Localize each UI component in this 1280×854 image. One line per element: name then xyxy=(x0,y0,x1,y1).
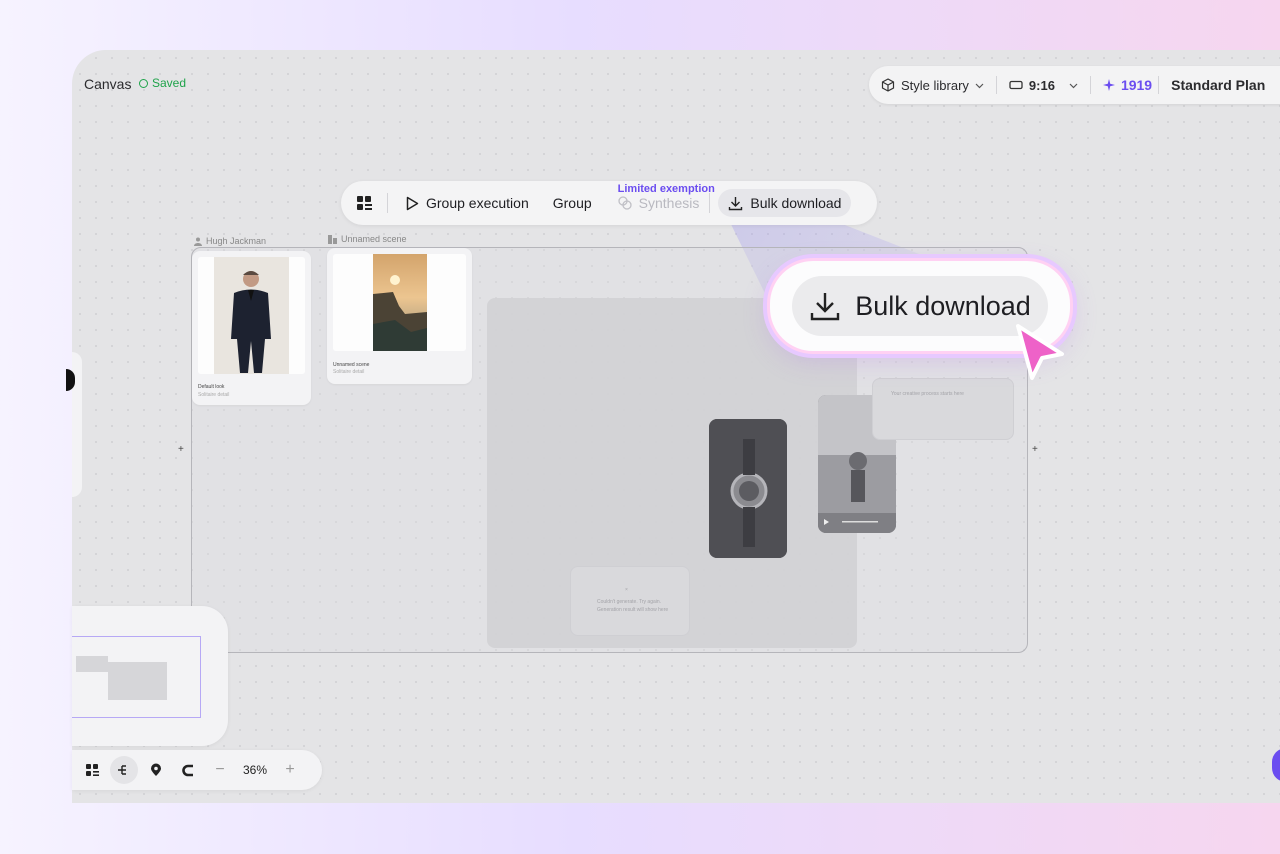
grid-icon xyxy=(85,764,99,776)
scene-card-title: Unnamed scene xyxy=(333,362,370,368)
scene-icon xyxy=(328,234,337,244)
group-button[interactable]: Group xyxy=(539,181,602,225)
pointer-cursor-icon xyxy=(1016,324,1064,380)
minimap-node xyxy=(76,656,108,672)
aspect-ratio-select[interactable]: 9:16 xyxy=(997,66,1090,104)
group-execution-label: Group execution xyxy=(426,195,529,211)
chevron-down-icon xyxy=(1069,83,1078,88)
aspect-ratio-icon xyxy=(1009,80,1023,90)
synthesis-button[interactable]: Limited exemption Synthesis xyxy=(602,181,715,225)
sparkle-icon xyxy=(1102,79,1115,91)
saved-indicator-icon xyxy=(139,78,148,88)
aspect-ratio-value: 9:16 xyxy=(1028,77,1055,93)
grid-icon xyxy=(357,196,372,210)
character-card[interactable]: Default look Solitaire detail xyxy=(192,251,311,405)
placeholder-card: Your creative process starts here xyxy=(872,378,1014,440)
plan-label: Standard Plan xyxy=(1171,77,1266,93)
location-pin-icon xyxy=(151,763,161,776)
bulk-download-button[interactable]: Bulk download xyxy=(718,189,852,217)
bulk-download-wrap: Bulk download xyxy=(710,181,861,225)
layout-button[interactable] xyxy=(78,756,106,784)
error-text: Couldn't generate. Try again. xyxy=(597,599,662,605)
scene-card[interactable]: Unnamed scene Solitaire detail xyxy=(327,248,472,384)
page-title: Canvas xyxy=(84,76,132,92)
scene-card-subtitle: Solitaire detail xyxy=(333,369,365,375)
sunset-cliff-image xyxy=(333,254,466,351)
add-node-right-icon[interactable]: + xyxy=(1032,444,1038,455)
scene-photo xyxy=(333,254,466,351)
zoom-out-button[interactable]: − xyxy=(206,756,234,784)
magnet-icon xyxy=(181,764,193,776)
plan-badge[interactable]: Standard Plan xyxy=(1159,66,1277,104)
watch-video-thumb[interactable] xyxy=(709,419,787,558)
saved-label: Saved xyxy=(152,76,187,90)
selection-toolbar: Group execution Group Limited exemption … xyxy=(341,181,877,225)
tree-button[interactable] xyxy=(110,756,138,784)
save-status: Saved xyxy=(139,76,186,90)
style-library-button[interactable]: Style library xyxy=(869,66,996,104)
scene-node-label: Unnamed scene xyxy=(328,234,407,244)
person-icon xyxy=(194,237,202,246)
locate-button[interactable] xyxy=(142,756,170,784)
placeholder-text: Your creative process starts here xyxy=(891,391,964,397)
minimap[interactable] xyxy=(72,606,228,746)
magnet-button[interactable] xyxy=(174,756,202,784)
download-icon xyxy=(810,293,840,321)
bulk-download-label: Bulk download xyxy=(750,195,842,211)
group-label: Group xyxy=(552,195,592,211)
style-library-label: Style library xyxy=(901,77,969,93)
tree-icon xyxy=(118,765,126,775)
character-node-label: Hugh Jackman xyxy=(194,236,266,246)
synthesis-icon xyxy=(618,196,632,210)
zoom-toolbar: − 36% + xyxy=(72,750,322,790)
scene-name: Unnamed scene xyxy=(341,234,407,244)
error-icon: × xyxy=(625,587,628,593)
synthesis-label: Synthesis xyxy=(638,195,700,211)
zoom-in-button[interactable]: + xyxy=(276,756,304,784)
bulk-download-callout-label: Bulk download xyxy=(855,290,1031,321)
man-portrait-image xyxy=(198,257,305,374)
credits-badge[interactable]: 1919 xyxy=(1091,66,1158,104)
chevron-down-icon xyxy=(975,83,984,88)
add-node-left-icon[interactable]: + xyxy=(178,444,184,455)
character-photo xyxy=(198,257,305,374)
top-toolbar: Style library 9:16 1919 Standard Plan xyxy=(869,66,1280,104)
cube-icon xyxy=(881,78,895,92)
character-card-subtitle: Solitaire detail xyxy=(198,392,230,398)
error-subtext: Generation result will show here xyxy=(597,607,669,613)
layout-grid-button[interactable] xyxy=(341,181,387,225)
download-icon xyxy=(729,196,743,210)
limited-exemption-tag: Limited exemption xyxy=(617,183,715,195)
zoom-level[interactable]: 36% xyxy=(238,763,272,777)
watch-image xyxy=(709,419,787,558)
play-icon xyxy=(406,196,419,210)
canvas-workspace[interactable]: Canvas Saved Style library 9:16 1919 Sta… xyxy=(72,50,1280,803)
group-execution-button[interactable]: Group execution xyxy=(388,181,539,225)
character-name: Hugh Jackman xyxy=(206,236,267,246)
character-card-title: Default look xyxy=(198,384,225,390)
error-card: × Couldn't generate. Try again. Generati… xyxy=(570,566,690,636)
credits-count: 1919 xyxy=(1120,77,1153,93)
minimap-node xyxy=(108,662,167,700)
